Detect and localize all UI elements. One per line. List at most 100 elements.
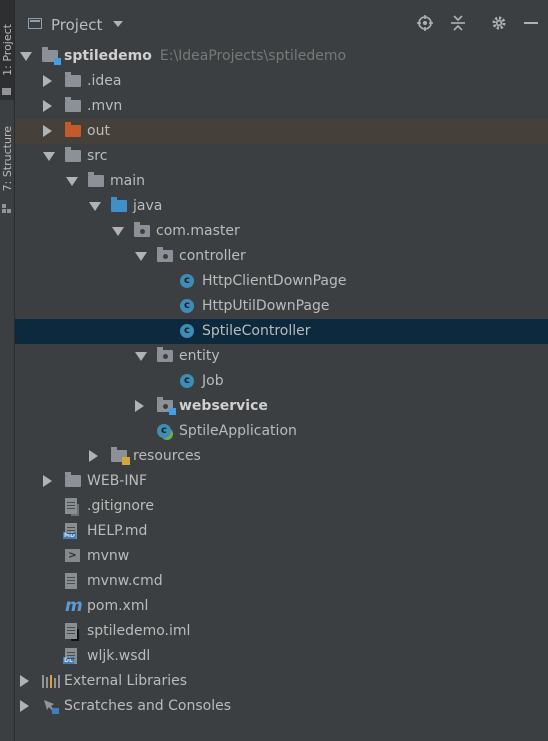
tree-row-job[interactable]: c Job bbox=[15, 369, 548, 394]
tree-row-mvn[interactable]: .mvn bbox=[15, 94, 548, 119]
tree-row-label: wljk.wsdl bbox=[87, 644, 150, 669]
tree-row-label: SptileApplication bbox=[179, 419, 297, 444]
resources-folder-icon bbox=[111, 447, 130, 465]
collapsed-arrow-icon[interactable] bbox=[43, 125, 52, 137]
tree-row-com-master[interactable]: com.master bbox=[15, 219, 548, 244]
tree-item-name: sptiledemo bbox=[64, 48, 152, 64]
shell-script-icon: > bbox=[65, 549, 80, 562]
tree-row-wljk-wsdl[interactable]: DL wljk.wsdl bbox=[15, 644, 548, 669]
folder-icon bbox=[111, 197, 127, 212]
tree-row-gitignore[interactable]: .gitignore bbox=[15, 494, 548, 519]
collapsed-arrow-icon[interactable] bbox=[43, 475, 52, 487]
expanded-arrow-icon[interactable] bbox=[135, 352, 147, 361]
tree-item-name: WEB-INF bbox=[87, 473, 147, 489]
tree-item-name: HELP.md bbox=[87, 523, 148, 539]
tree-row-pom-xml[interactable]: m pom.xml bbox=[15, 594, 548, 619]
maven-icon: m bbox=[65, 596, 83, 616]
tree-row-mvnw-cmd[interactable]: mvnw.cmd bbox=[15, 569, 548, 594]
tree-row-sptilecontroller[interactable]: c SptileController bbox=[15, 319, 548, 344]
tree-item-name: SptileApplication bbox=[179, 423, 297, 439]
project-path: E:\IdeaProjects\sptiledemo bbox=[159, 48, 347, 64]
structure-tool-tab-label: 7: Structure bbox=[0, 126, 14, 192]
collapsed-arrow-icon[interactable] bbox=[20, 700, 29, 712]
hide-panel-icon[interactable] bbox=[523, 15, 539, 31]
tree-row-entity[interactable]: entity bbox=[15, 344, 548, 369]
tree-row-scratches[interactable]: Scratches and Consoles bbox=[15, 694, 548, 719]
tree-row-idea[interactable]: .idea bbox=[15, 69, 548, 94]
tree-row-java[interactable]: java bbox=[15, 194, 548, 219]
tree-row-label: webservice bbox=[179, 394, 268, 419]
locate-file-icon[interactable] bbox=[417, 15, 433, 31]
expanded-arrow-icon[interactable] bbox=[112, 227, 124, 236]
expanded-arrow-icon[interactable] bbox=[89, 202, 101, 211]
package-icon bbox=[134, 222, 150, 237]
module-folder-icon bbox=[42, 47, 61, 65]
collapsed-arrow-icon[interactable] bbox=[89, 450, 98, 462]
tree-item-name: java bbox=[133, 198, 163, 214]
package-icon bbox=[157, 247, 173, 262]
tree-item-name: controller bbox=[179, 248, 246, 264]
tree-row-label: sptiledemo E:\IdeaProjects\sptiledemo bbox=[64, 44, 346, 69]
expanded-arrow-icon[interactable] bbox=[20, 52, 32, 61]
structure-tool-tab[interactable]: 7: Structure bbox=[0, 118, 14, 200]
tree-item-name: sptiledemo.iml bbox=[87, 623, 191, 639]
tree-item-name: mvnw bbox=[87, 548, 130, 564]
collapsed-arrow-icon[interactable] bbox=[43, 75, 52, 87]
tree-item-name: Job bbox=[202, 373, 224, 389]
folder-icon bbox=[65, 147, 81, 162]
tree-row-controller[interactable]: controller bbox=[15, 244, 548, 269]
tree-row-root[interactable]: sptiledemo E:\IdeaProjects\sptiledemo bbox=[15, 44, 548, 69]
tree-row-main[interactable]: main bbox=[15, 169, 548, 194]
tree-item-name: HttpUtilDownPage bbox=[202, 298, 330, 314]
collapsed-arrow-icon[interactable] bbox=[135, 400, 144, 412]
tree-row-external-libraries[interactable]: External Libraries bbox=[15, 669, 548, 694]
expanded-arrow-icon[interactable] bbox=[66, 177, 78, 186]
view-mode-dropdown-icon[interactable] bbox=[113, 21, 123, 27]
tree-row-sptileapplication[interactable]: c SptileApplication bbox=[15, 419, 548, 444]
tree-row-label: HttpClientDownPage bbox=[202, 269, 346, 294]
tree-row-mvnw[interactable]: > mvnw bbox=[15, 544, 548, 569]
tree-row-label: .gitignore bbox=[87, 494, 154, 519]
project-window-icon bbox=[28, 18, 42, 29]
expanded-arrow-icon[interactable] bbox=[135, 252, 147, 261]
tree-row-httpclientdownpage[interactable]: c HttpClientDownPage bbox=[15, 269, 548, 294]
collapse-all-icon[interactable] bbox=[450, 15, 466, 31]
collapsed-arrow-icon[interactable] bbox=[20, 675, 29, 687]
tree-row-label: mvnw bbox=[87, 544, 129, 569]
tree-row-label: src bbox=[87, 144, 107, 169]
libraries-icon bbox=[42, 675, 60, 688]
scratches-icon bbox=[44, 700, 59, 714]
tree-row-sptiledemo-iml[interactable]: sptiledemo.iml bbox=[15, 619, 548, 644]
tree-item-name: com.master bbox=[156, 223, 240, 239]
tree-row-web-inf[interactable]: WEB-INF bbox=[15, 469, 548, 494]
project-view-header: Project bbox=[15, 0, 548, 42]
tree-row-help-md[interactable]: MD HELP.md bbox=[15, 519, 548, 544]
tree-item-name: main bbox=[110, 173, 145, 189]
tree-item-name: webservice bbox=[179, 398, 268, 414]
project-tool-tab[interactable]: 1: Project bbox=[0, 0, 14, 100]
project-tool-icon bbox=[2, 88, 11, 95]
tree-row-httputildownpage[interactable]: c HttpUtilDownPage bbox=[15, 294, 548, 319]
tree-row-label: resources bbox=[133, 444, 201, 469]
tree-item-name: resources bbox=[133, 448, 201, 464]
tree-row-resources[interactable]: resources bbox=[15, 444, 548, 469]
tree-row-label: out bbox=[87, 119, 110, 144]
class-icon: c bbox=[180, 324, 194, 338]
tree-item-name: src bbox=[87, 148, 108, 164]
tree-row-src[interactable]: src bbox=[15, 144, 548, 169]
tree-item-name: mvnw.cmd bbox=[87, 573, 163, 589]
tree-row-label: WEB-INF bbox=[87, 469, 147, 494]
expanded-arrow-icon[interactable] bbox=[43, 152, 55, 161]
package-icon bbox=[157, 347, 173, 362]
tree-row-webservice[interactable]: webservice bbox=[15, 394, 548, 419]
tree-row-out[interactable]: out bbox=[15, 119, 548, 144]
collapsed-arrow-icon[interactable] bbox=[43, 100, 52, 112]
tree-row-label: External Libraries bbox=[64, 669, 187, 694]
module-file-icon bbox=[65, 623, 77, 639]
project-view-title[interactable]: Project bbox=[51, 16, 102, 34]
tree-item-name: External Libraries bbox=[64, 673, 187, 689]
gear-icon[interactable] bbox=[491, 15, 507, 31]
tree-row-label: sptiledemo.iml bbox=[87, 619, 190, 644]
project-tree[interactable]: sptiledemo E:\IdeaProjects\sptiledemo .ide… bbox=[15, 44, 548, 719]
wsdl-file-icon: DL bbox=[63, 648, 77, 664]
